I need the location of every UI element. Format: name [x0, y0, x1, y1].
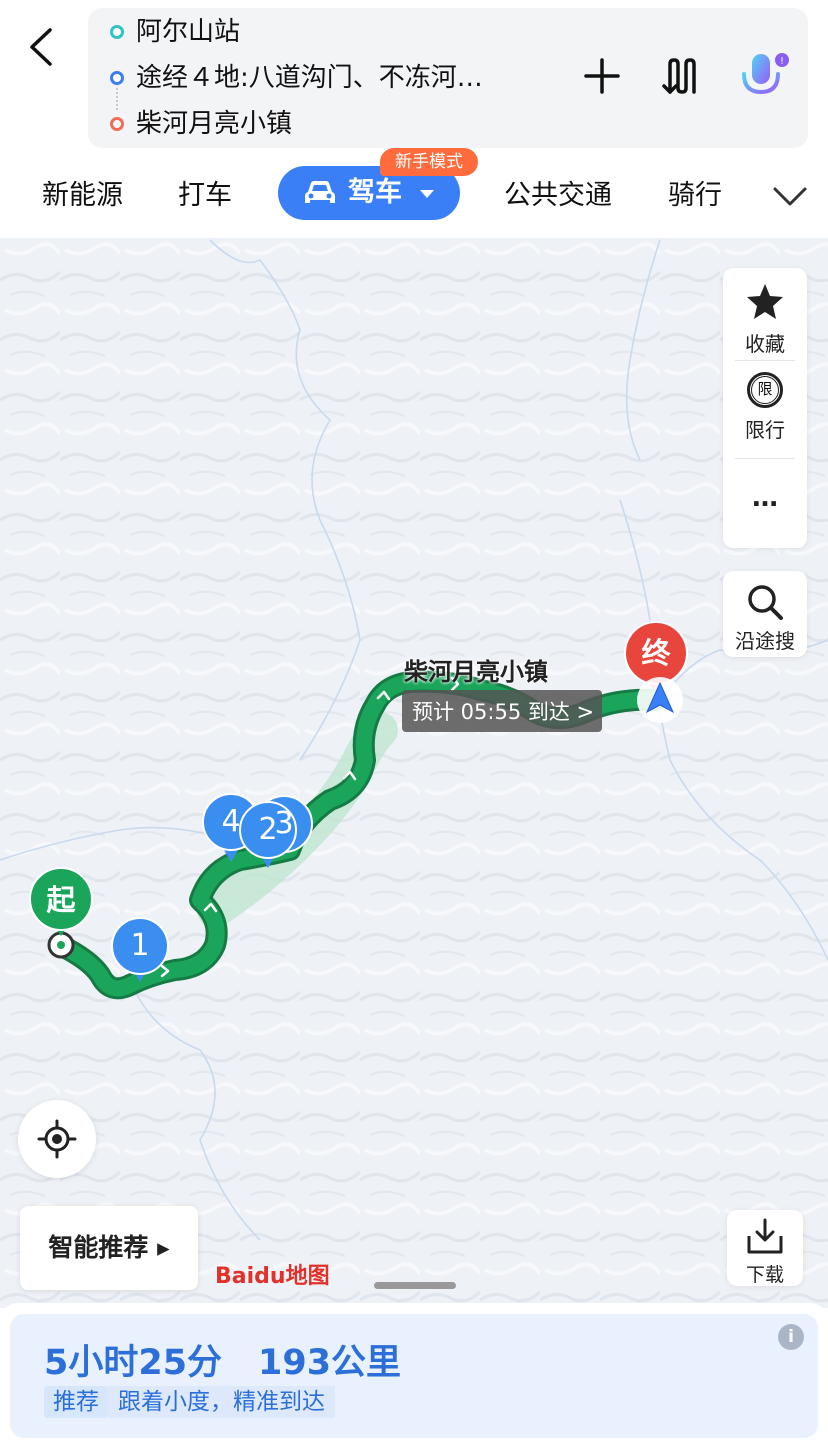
eta-label[interactable]: 预计 05:55 到达 >: [412, 696, 594, 728]
restriction-icon: 限: [747, 372, 783, 408]
route-duration: 5小时25分: [44, 1343, 223, 1383]
waypoint-marker-1[interactable]: 1: [112, 928, 168, 964]
plus-icon: [584, 58, 620, 94]
search-along-route-label: 沿途搜: [735, 629, 795, 653]
info-icon[interactable]: i: [778, 1324, 804, 1350]
origin-dot-icon: [110, 25, 124, 39]
divider: [735, 360, 795, 361]
waypoint-marker-2[interactable]: 2: [240, 812, 296, 848]
route-distance: 193公里: [258, 1343, 402, 1383]
route-header: 阿尔山站 途经４地:八道沟门、不冻河… 柴河月亮小镇 !: [0, 0, 828, 152]
more-modes-button[interactable]: [768, 174, 812, 218]
download-label: 下载: [745, 1264, 784, 1286]
divider: [735, 458, 795, 459]
star-icon: [747, 284, 783, 319]
microphone-icon: !: [742, 53, 789, 102]
map-view[interactable]: 起 终 3 4 2 1 柴河月亮小镇 预计 05:55 到达 > 收藏 限 限行…: [0, 238, 828, 1308]
baidu-map-logo: Baidu地图: [215, 1264, 330, 1289]
waypoint-dot-icon: [110, 71, 124, 85]
waypoints-text: 途经４地:八道沟门、不冻河…: [136, 63, 483, 93]
add-waypoint-button[interactable]: [574, 48, 630, 104]
chevron-left-icon: [30, 28, 52, 66]
destination-dot-icon: [110, 117, 124, 131]
locate-me-button[interactable]: [18, 1100, 96, 1178]
search-icon: [748, 585, 783, 620]
smart-recommend-button[interactable]: 智能推荐 ▸: [20, 1206, 198, 1290]
destination-text: 柴河月亮小镇: [136, 109, 293, 139]
route-summary-card[interactable]: 5小时25分 193公里 推荐 跟着小度，精准到达 i: [10, 1314, 818, 1438]
swap-route-button[interactable]: [654, 48, 710, 104]
recommend-tag: 推荐: [44, 1386, 108, 1418]
start-marker-label: 起: [46, 883, 76, 917]
end-marker-label: 终: [641, 636, 671, 670]
download-button[interactable]: 下载: [727, 1210, 803, 1286]
swap-icon: [662, 58, 696, 94]
chevron-down-icon: [773, 187, 807, 206]
waypoints-field[interactable]: 途经４地:八道沟门、不冻河…: [88, 58, 558, 98]
tab-new-energy[interactable]: 新能源: [42, 174, 123, 218]
voice-button[interactable]: !: [732, 46, 789, 102]
restriction-label: 限行: [745, 418, 785, 442]
caret-down-icon: [420, 190, 434, 198]
novice-mode-badge[interactable]: 新手模式: [380, 148, 478, 176]
route-slogan: 跟着小度，精准到达: [108, 1386, 335, 1418]
sheet-drag-handle[interactable]: [374, 1282, 456, 1289]
tab-taxi[interactable]: 打车: [178, 174, 232, 218]
origin-text: 阿尔山站: [136, 17, 241, 47]
favorite-button[interactable]: 收藏: [723, 274, 807, 364]
tab-public-transit[interactable]: 公共交通: [504, 174, 612, 218]
more-options-button[interactable]: …: [723, 478, 807, 538]
car-icon: [305, 181, 335, 203]
search-along-route-button[interactable]: 沿途搜: [723, 571, 807, 657]
back-button[interactable]: [18, 22, 68, 72]
favorite-label: 收藏: [745, 332, 785, 356]
origin-field[interactable]: 阿尔山站: [88, 12, 558, 52]
map-canvas: [0, 238, 828, 1308]
crosshair-icon: [37, 1119, 77, 1159]
restriction-button[interactable]: 限 限行: [723, 368, 807, 458]
download-icon: [747, 1218, 783, 1254]
map-side-panel: 收藏 限 限行 …: [723, 268, 807, 548]
svg-text:!: !: [780, 56, 784, 67]
destination-map-label: 柴河月亮小镇: [404, 658, 548, 686]
destination-field[interactable]: 柴河月亮小镇: [88, 104, 558, 144]
tab-cycling[interactable]: 骑行: [668, 174, 722, 218]
